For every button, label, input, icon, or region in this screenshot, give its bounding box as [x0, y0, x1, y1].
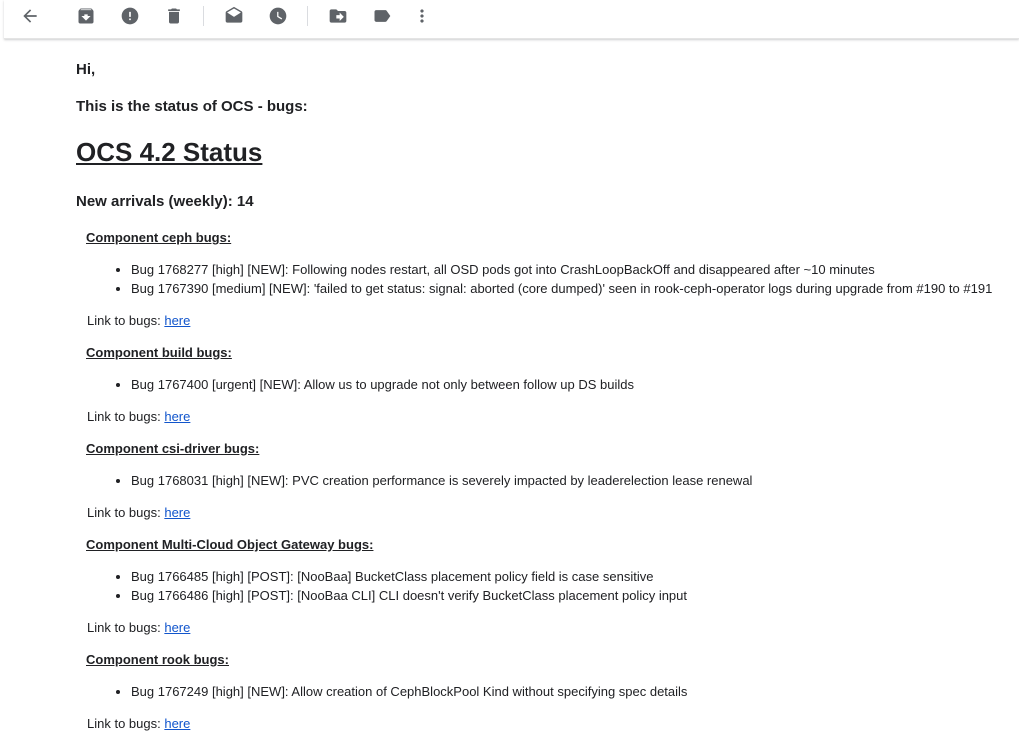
bug-list: Bug 1768277 [high] [NEW]: Following node… — [113, 260, 992, 298]
link-prefix: Link to bugs: — [87, 620, 161, 635]
move-to-icon — [329, 9, 347, 23]
more-options-button[interactable] — [410, 4, 434, 28]
back-button[interactable] — [18, 4, 42, 28]
bug-list: Bug 1767249 [high] [NEW]: Allow creation… — [113, 682, 687, 701]
report-spam-button[interactable] — [118, 4, 142, 28]
bugs-link[interactable]: here — [164, 505, 190, 520]
bug-item: Bug 1768031 [high] [NEW]: PVC creation p… — [131, 471, 752, 490]
email-toolbar — [4, 0, 1019, 39]
bugs-link-line: Link to bugs: here — [87, 620, 190, 635]
link-prefix: Link to bugs: — [87, 313, 161, 328]
archive-button[interactable] — [74, 4, 98, 28]
bug-item: Bug 1767400 [urgent] [NEW]: Allow us to … — [131, 375, 634, 394]
label-icon — [374, 10, 391, 22]
bug-list: Bug 1767400 [urgent] [NEW]: Allow us to … — [113, 375, 634, 394]
new-arrivals: New arrivals (weekly): 14 — [76, 193, 254, 210]
delete-icon — [168, 8, 180, 24]
link-prefix: Link to bugs: — [87, 505, 161, 520]
labels-button[interactable] — [370, 4, 394, 28]
more-vert-icon — [420, 9, 424, 23]
intro-text: This is the status of OCS - bugs: — [76, 98, 308, 115]
component-title: Component ceph bugs: — [86, 230, 232, 245]
snooze-icon — [269, 7, 287, 25]
status-title: OCS 4.2 Status — [76, 137, 263, 167]
bug-item: Bug 1767390 [medium] [NEW]: 'failed to g… — [131, 279, 992, 298]
mark-unread-button[interactable] — [222, 4, 246, 28]
toolbar-divider — [307, 6, 308, 26]
component-title: Component build bugs: — [86, 345, 232, 360]
bug-item: Bug 1766486 [high] [POST]: [NooBaa CLI] … — [131, 586, 687, 605]
component-title: Component csi-driver bugs: — [86, 441, 260, 456]
archive-icon — [78, 8, 94, 24]
bugs-link[interactable]: here — [164, 409, 190, 424]
snooze-button[interactable] — [266, 4, 290, 28]
bugs-link[interactable]: here — [164, 620, 190, 635]
greeting: Hi, — [76, 61, 96, 78]
link-prefix: Link to bugs: — [87, 409, 161, 424]
move-to-button[interactable] — [326, 4, 350, 28]
link-prefix: Link to bugs: — [87, 716, 161, 731]
bugs-link[interactable]: here — [164, 313, 190, 328]
bug-item: Bug 1767249 [high] [NEW]: Allow creation… — [131, 682, 687, 701]
bug-item: Bug 1766485 [high] [POST]: [NooBaa] Buck… — [131, 567, 687, 586]
toolbar-divider — [203, 6, 204, 26]
bug-list: Bug 1766485 [high] [POST]: [NooBaa] Buck… — [113, 567, 687, 605]
bugs-link-line: Link to bugs: here — [87, 505, 190, 520]
arrow-back-icon — [23, 9, 37, 23]
component-title: Component Multi-Cloud Object Gateway bug… — [86, 537, 374, 552]
bugs-link-line: Link to bugs: here — [87, 313, 190, 328]
component-title: Component rook bugs: — [86, 652, 229, 667]
bugs-link-line: Link to bugs: here — [87, 716, 190, 731]
bugs-link[interactable]: here — [164, 716, 190, 731]
bug-item: Bug 1768277 [high] [NEW]: Following node… — [131, 260, 992, 279]
bugs-link-line: Link to bugs: here — [87, 409, 190, 424]
delete-button[interactable] — [162, 4, 186, 28]
report-spam-icon — [121, 7, 139, 25]
mark-unread-icon — [225, 6, 243, 23]
bug-list: Bug 1768031 [high] [NEW]: PVC creation p… — [113, 471, 752, 490]
